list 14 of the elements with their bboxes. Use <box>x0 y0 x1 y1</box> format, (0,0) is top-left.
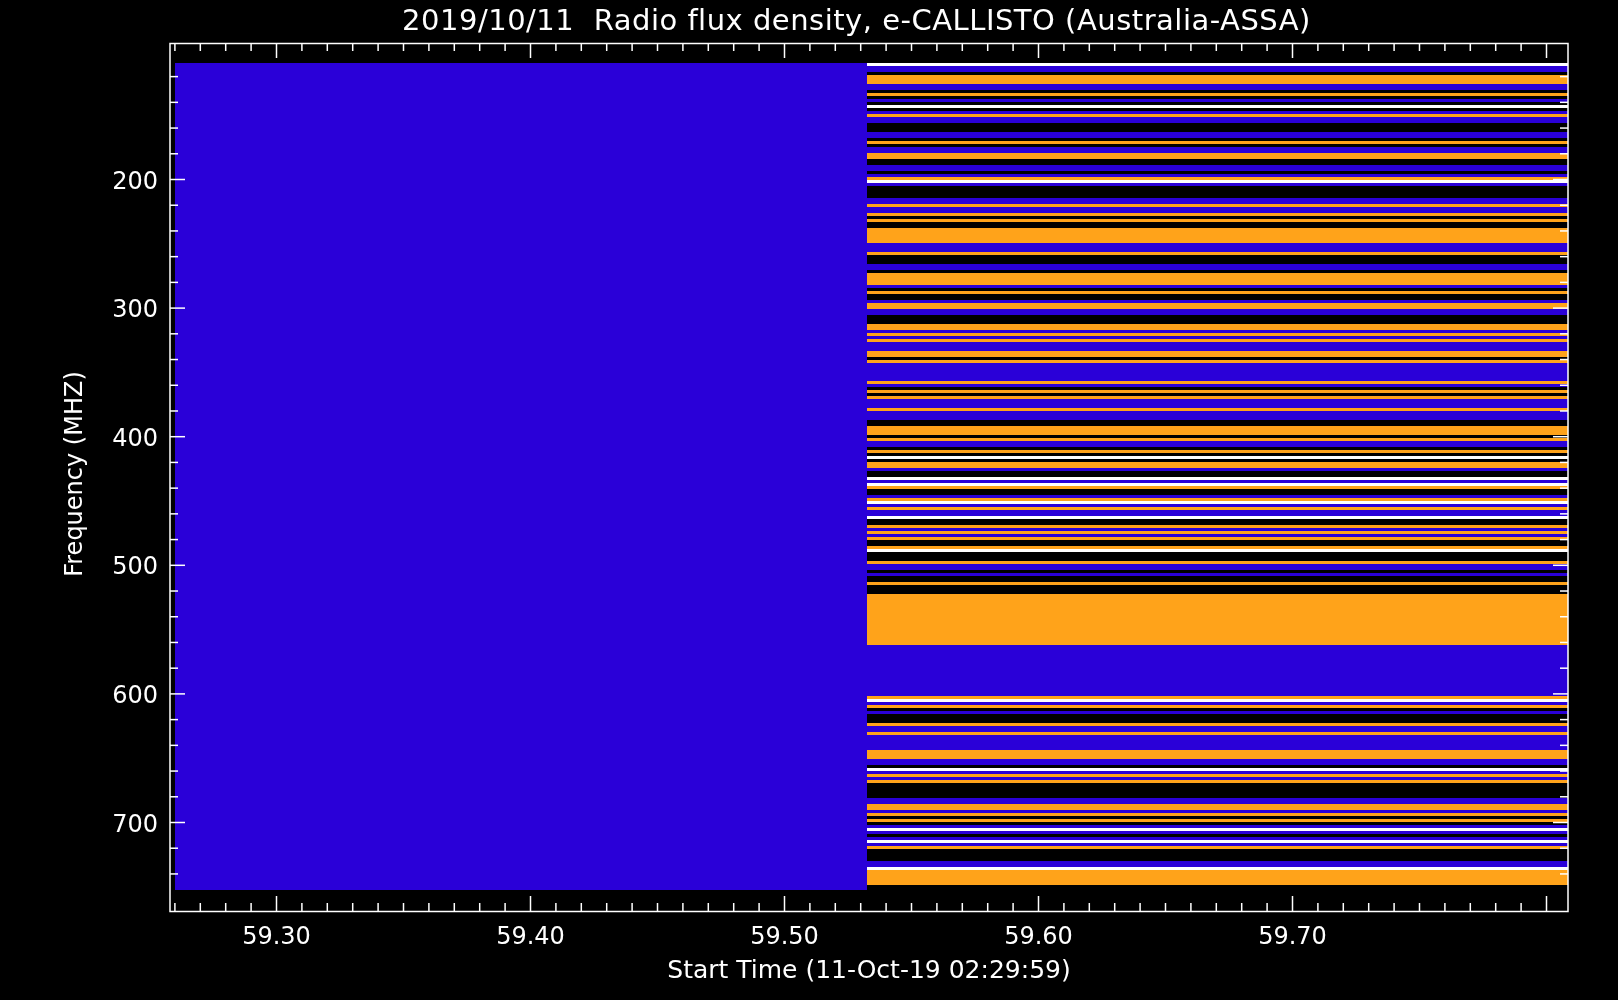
x-tick-label: 59.50 <box>750 922 819 950</box>
y-tick-label: 200 <box>112 166 158 195</box>
chart-title: 2019/10/11 Radio flux density, e-CALLISTO (Australia-ASSA) <box>401 2 1312 39</box>
y-tick-label: 700 <box>112 809 158 838</box>
y-tick-label: 600 <box>112 680 158 709</box>
x-tick-label: 59.40 <box>496 922 565 950</box>
y-tick-label: 400 <box>112 423 158 452</box>
x-tick-label: 59.30 <box>242 922 311 950</box>
x-tick-label: 59.60 <box>1004 922 1073 950</box>
x-axis-label: Start Time (11-Oct-19 02:29:59) <box>667 955 1071 985</box>
y-axis-label: Frequency (MHZ) <box>59 371 88 577</box>
y-tick-label: 300 <box>112 295 158 324</box>
y-tick-label: 500 <box>112 552 158 581</box>
x-tick-label: 59.70 <box>1258 922 1327 950</box>
